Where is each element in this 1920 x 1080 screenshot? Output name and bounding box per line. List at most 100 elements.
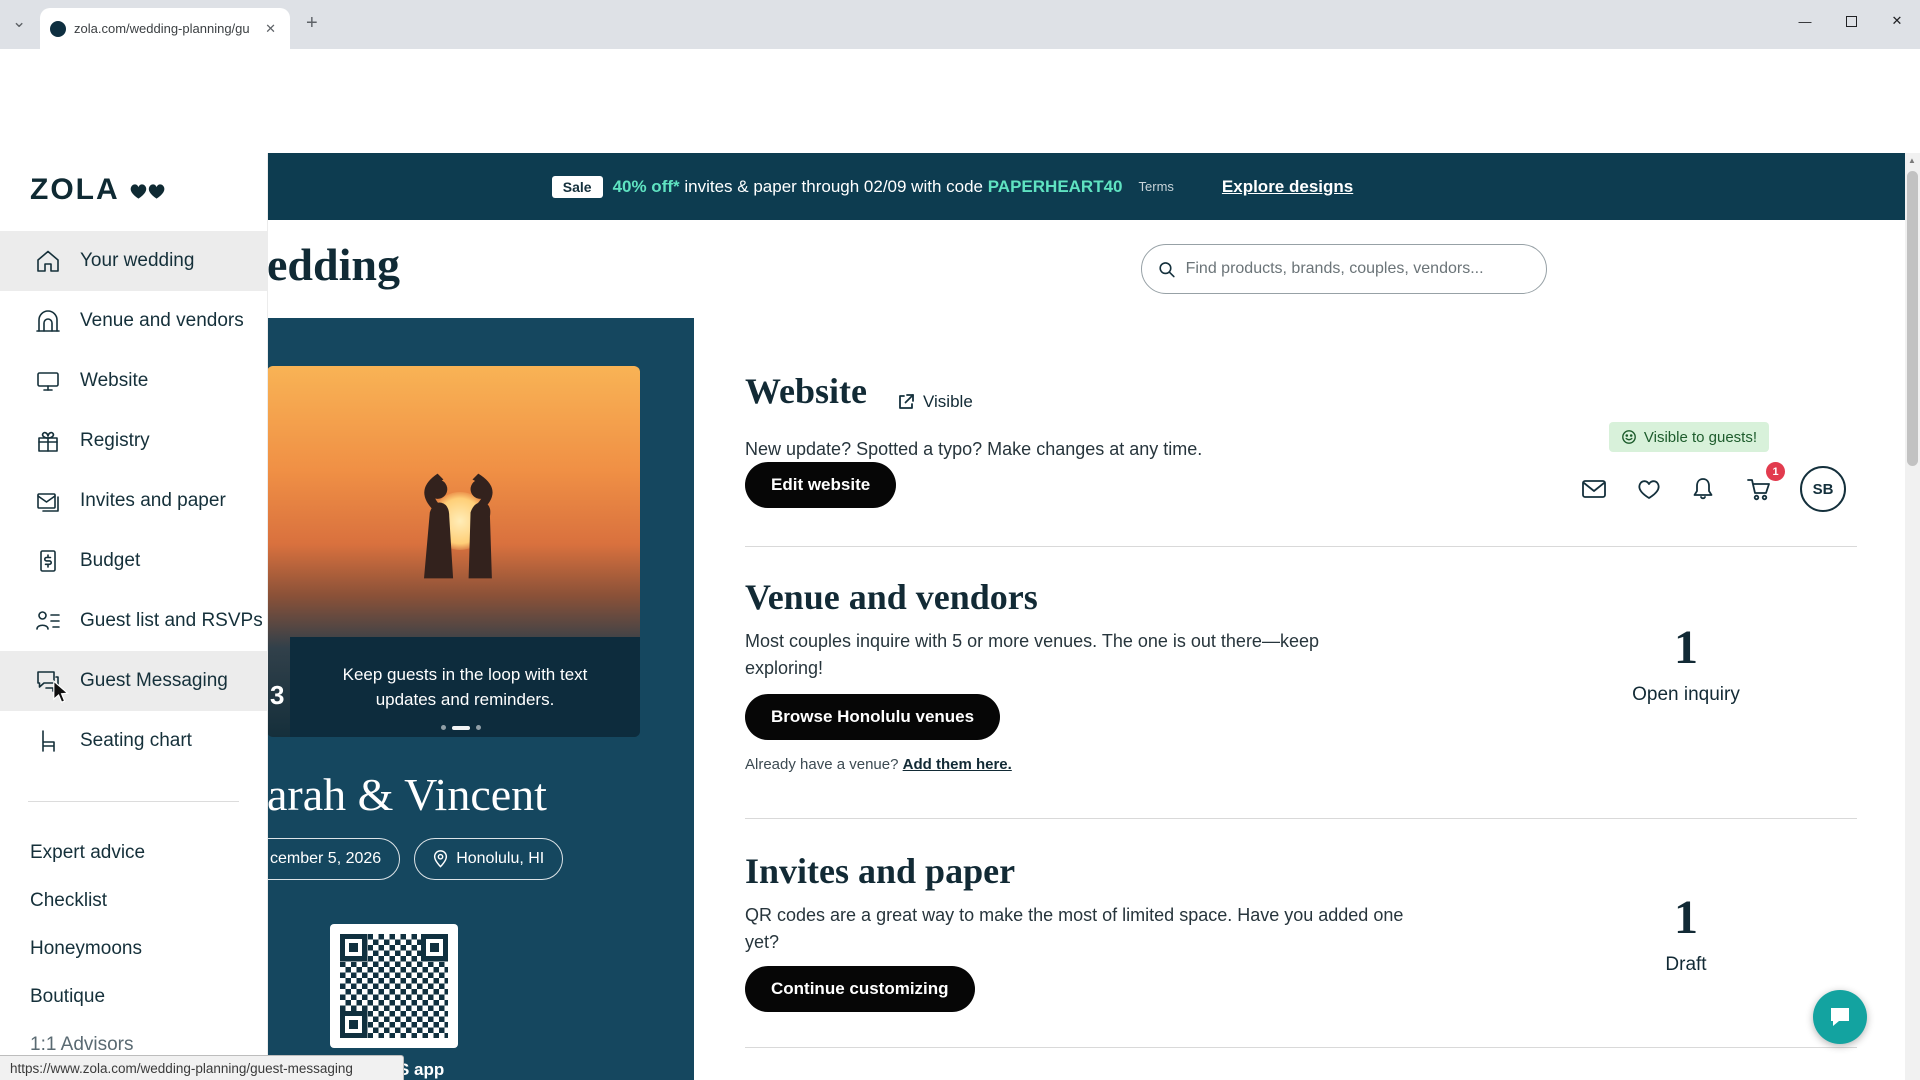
venues-section-title: Venue and vendors xyxy=(745,576,1038,618)
section-divider xyxy=(745,1047,1857,1048)
sidebar-item-invites-and-paper[interactable]: Invites and paper xyxy=(0,471,267,531)
promo-banner: Sale 40% off* invites & paper through 02… xyxy=(0,153,1905,220)
browser-titlebar: ⌄ zola.com/wedding-planning/gu ✕ + — ✕ xyxy=(0,0,1920,49)
mouse-cursor xyxy=(50,680,72,704)
wedding-hero-card: Keep guests in the loop with text update… xyxy=(220,318,694,1080)
tab-search-icon[interactable]: ⌄ xyxy=(12,12,26,32)
new-tab-button[interactable]: + xyxy=(306,12,318,35)
sidebar-item-label: Your wedding xyxy=(80,250,194,272)
scrollbar-up-icon[interactable]: ▲ xyxy=(1908,156,1916,165)
maximize-button[interactable] xyxy=(1828,0,1874,42)
explore-designs-link[interactable]: Explore designs xyxy=(1222,177,1353,197)
external-link-icon xyxy=(897,393,915,411)
page-header: edding 1 SB xyxy=(0,220,1905,318)
venues-description: Most couples inquire with 5 or more venu… xyxy=(745,628,1345,682)
site-favicon xyxy=(50,21,66,37)
sidebar-item-label: Venue and vendors xyxy=(80,310,244,332)
browser-toolbar: ← → ✕ zola.com/wedding-planning/guest-me… xyxy=(0,49,1920,108)
zola-logo[interactable]: ZOLA xyxy=(30,173,169,207)
zola-hearts-icon xyxy=(127,179,169,201)
status-link-preview: https://www.zola.com/wedding-planning/gu… xyxy=(0,1055,404,1080)
carousel-dots[interactable] xyxy=(441,725,481,730)
couple-names: arah & Vincent xyxy=(267,768,547,821)
continue-customizing-button[interactable]: Continue customizing xyxy=(745,966,975,1012)
edit-website-button[interactable]: Edit website xyxy=(745,462,896,508)
sidebar-item-guest-list[interactable]: Guest list and RSVPs xyxy=(0,591,267,651)
screen: ⌄ zola.com/wedding-planning/gu ✕ + — ✕ ←… xyxy=(0,0,1920,1080)
venues-footer: Already have a venue? Add them here. xyxy=(745,756,1012,773)
invites-icon xyxy=(34,487,62,515)
maximize-icon xyxy=(1846,16,1857,27)
visible-to-guests-badge: Visible to guests! xyxy=(1609,422,1769,452)
sidebar-item-honeymoons[interactable]: Honeymoons xyxy=(0,925,267,973)
carousel-dot[interactable] xyxy=(441,725,446,730)
carousel-dot[interactable] xyxy=(476,725,481,730)
sidebar-item-expert-advice[interactable]: Expert advice xyxy=(0,829,267,877)
sidebar-item-boutique[interactable]: Boutique xyxy=(0,973,267,1021)
promo-text: 40% off* invites & paper through 02/09 w… xyxy=(613,177,1123,197)
dashboard-main: Website Visible Visible to guests! New u… xyxy=(745,318,1857,1080)
section-divider xyxy=(745,546,1857,547)
sidebar-item-guest-messaging[interactable]: Guest Messaging xyxy=(0,651,267,711)
open-inquiry-label: Open inquiry xyxy=(1601,684,1771,706)
window-controls: — ✕ xyxy=(1782,0,1920,42)
sidebar-item-label: Guest list and RSVPs xyxy=(80,610,263,632)
sidebar-item-website[interactable]: Website xyxy=(0,351,267,411)
tab-title: zola.com/wedding-planning/gu xyxy=(74,21,253,36)
terms-link[interactable]: Terms xyxy=(1139,179,1174,194)
chat-fab-button[interactable] xyxy=(1813,990,1867,1044)
budget-icon xyxy=(34,547,62,575)
tab-close-icon[interactable]: ✕ xyxy=(261,19,280,39)
search-input[interactable] xyxy=(1186,260,1530,278)
location-pin-icon xyxy=(433,850,448,868)
bookmarks-bar xyxy=(0,108,1920,153)
seating-chart-icon xyxy=(34,727,62,755)
browse-venues-button[interactable]: Browse Honolulu venues xyxy=(745,694,1000,740)
sidebar-item-venue-and-vendors[interactable]: Venue and vendors xyxy=(0,291,267,351)
guest-list-icon xyxy=(34,607,62,635)
sidebar-item-budget[interactable]: Budget xyxy=(0,531,267,591)
visible-to-guests-label: Visible to guests! xyxy=(1644,429,1757,446)
sidebar-item-seating-chart[interactable]: Seating chart xyxy=(0,711,267,771)
sidebar-item-checklist[interactable]: Checklist xyxy=(0,877,267,925)
home-icon xyxy=(34,247,62,275)
hero-caption: Keep guests in the loop with text update… xyxy=(290,637,640,737)
website-visible-label: Visible xyxy=(923,392,973,412)
promo-highlight: 40% off* xyxy=(613,177,680,196)
sidebar-item-label: Budget xyxy=(80,550,140,572)
wedding-location-chip[interactable]: Honolulu, HI xyxy=(414,838,563,880)
promo-code: PAPERHEART40 xyxy=(988,177,1123,196)
browser-tab[interactable]: zola.com/wedding-planning/gu ✕ xyxy=(40,8,290,49)
promo-body: invites & paper through 02/09 with code xyxy=(680,177,988,196)
scrollbar-thumb[interactable] xyxy=(1907,171,1918,466)
sidebar: ZOLA Your wedding Venue and vendors xyxy=(0,153,267,1080)
website-icon xyxy=(34,367,62,395)
couple-silhouette xyxy=(360,462,554,578)
cart-badge: 1 xyxy=(1766,462,1785,481)
sidebar-secondary-nav: Expert advice Checklist Honeymoons Bouti… xyxy=(0,829,267,1069)
draft-label: Draft xyxy=(1601,954,1771,976)
sidebar-item-your-wedding[interactable]: Your wedding xyxy=(0,231,267,291)
close-window-button[interactable]: ✕ xyxy=(1874,0,1920,42)
sidebar-item-label: Invites and paper xyxy=(80,490,226,512)
sidebar-item-label: Guest Messaging xyxy=(80,670,228,692)
website-section-title: Website xyxy=(745,370,867,412)
website-visible-link[interactable]: Visible xyxy=(897,392,973,412)
open-inquiry-stat: 1 Open inquiry xyxy=(1601,624,1771,706)
search-icon xyxy=(1158,260,1176,279)
page-title: edding xyxy=(267,238,400,291)
sidebar-item-label: Website xyxy=(80,370,148,392)
page-scrollbar[interactable]: ▲ xyxy=(1905,153,1920,1080)
wedding-location-label: Honolulu, HI xyxy=(456,850,544,868)
sidebar-item-label: Seating chart xyxy=(80,730,192,752)
add-venue-link[interactable]: Add them here. xyxy=(903,756,1012,773)
zola-logo-text: ZOLA xyxy=(30,173,120,207)
sidebar-item-registry[interactable]: Registry xyxy=(0,411,267,471)
carousel-dot-active[interactable] xyxy=(452,726,470,730)
search-bar[interactable] xyxy=(1141,244,1547,294)
venues-footer-text: Already have a venue? xyxy=(745,756,898,773)
minimize-button[interactable]: — xyxy=(1782,0,1828,42)
app-qr-code xyxy=(330,924,458,1048)
sidebar-divider xyxy=(28,801,239,802)
countdown-fragment: 3 xyxy=(270,680,284,711)
